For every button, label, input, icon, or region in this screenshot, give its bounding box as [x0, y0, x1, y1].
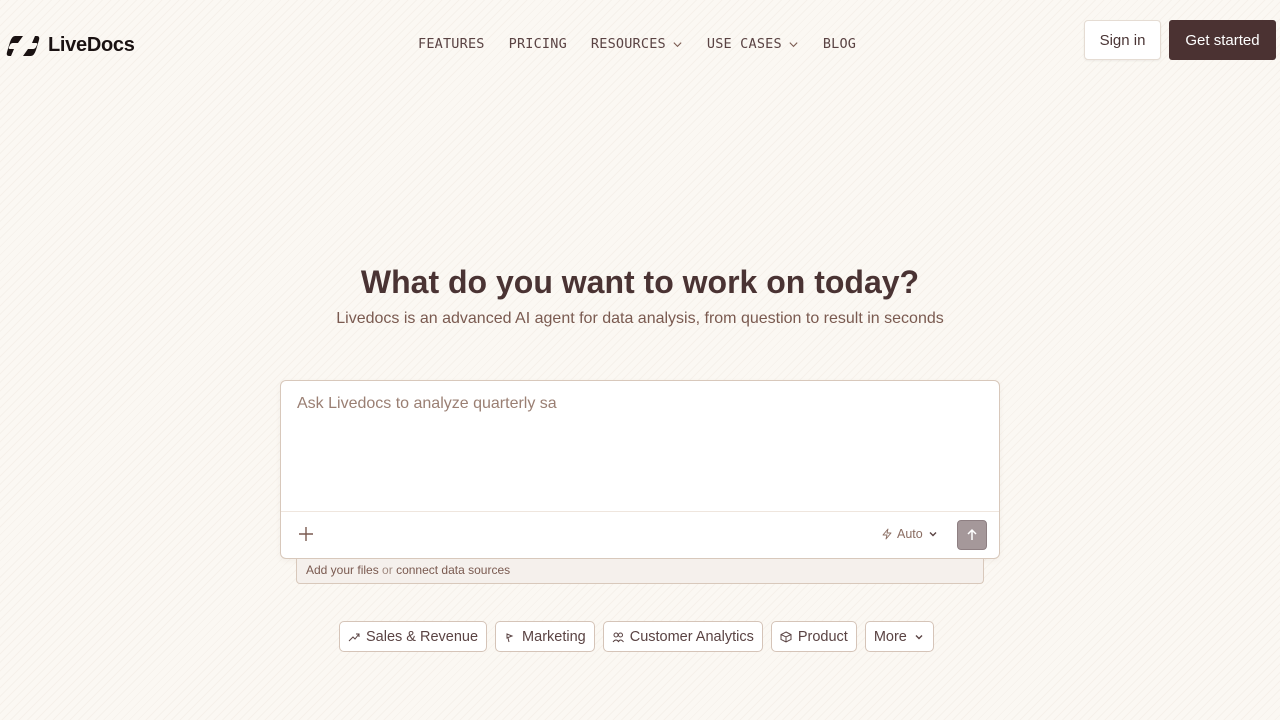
add-attachment-icon[interactable] — [297, 525, 315, 543]
main-nav: FEATURES PRICING RESOURCES USE CASES BLO… — [418, 36, 856, 52]
chevron-down-icon — [673, 41, 682, 47]
chip-product[interactable]: Product — [770, 621, 857, 652]
chevron-down-icon — [929, 532, 937, 537]
files-bar: Add your files or connect data sources — [296, 559, 984, 584]
users-icon — [612, 632, 624, 642]
prompt-divider — [281, 511, 999, 512]
nav-features-label: FEATURES — [418, 36, 485, 52]
nav-use-cases-label: USE CASES — [706, 36, 782, 52]
box-icon — [780, 630, 792, 643]
chip-sales-revenue[interactable]: Sales & Revenue — [339, 621, 488, 652]
nav-pricing[interactable]: PRICING — [509, 36, 567, 52]
nav-use-cases[interactable]: USE CASES — [707, 36, 799, 52]
send-button[interactable] — [957, 520, 987, 550]
trend-up-icon — [348, 633, 360, 641]
get-started-button[interactable]: Get started — [1169, 20, 1276, 60]
add-files-link[interactable]: Add your files — [306, 563, 379, 577]
nav-blog[interactable]: BLOG — [823, 36, 856, 52]
chip-label: Sales & Revenue — [366, 628, 479, 645]
nav-resources[interactable]: RESOURCES — [591, 36, 683, 52]
mode-label: Auto — [897, 527, 923, 541]
chip-label: More — [873, 628, 907, 645]
lightning-icon — [882, 528, 892, 540]
chevron-down-icon — [915, 634, 923, 639]
nav-blog-label: BLOG — [822, 36, 857, 52]
brand-name: LiveDocs — [48, 34, 135, 56]
suggestion-chips: Sales & Revenue Marketing Customer Analy… — [339, 621, 934, 652]
mode-selector[interactable]: Auto — [881, 527, 939, 541]
chip-label: Marketing — [522, 628, 586, 645]
nav-features[interactable]: FEATURES — [418, 36, 485, 52]
chip-label: Customer Analytics — [629, 628, 754, 645]
prompt-input[interactable] — [297, 395, 977, 413]
prompt-box: Auto — [280, 380, 1000, 559]
page-subtitle: Livedocs is an advanced AI agent for dat… — [336, 310, 944, 327]
nav-resources-label: RESOURCES — [590, 36, 666, 52]
nav-pricing-label: PRICING — [508, 36, 567, 52]
chevron-down-icon — [789, 41, 798, 47]
chip-marketing[interactable]: Marketing — [495, 621, 595, 652]
chip-label: Product — [797, 628, 848, 645]
chip-more[interactable]: More — [864, 621, 934, 652]
livedocs-logo-icon — [6, 35, 40, 56]
arrow-up-icon — [967, 528, 977, 540]
sign-in-button[interactable]: Sign in — [1084, 20, 1161, 60]
files-or-text: or — [382, 563, 393, 577]
page-title: What do you want to work on today? — [360, 264, 920, 300]
megaphone-icon — [506, 632, 514, 642]
connect-sources-link[interactable]: connect data sources — [396, 563, 510, 577]
chip-customer-analytics[interactable]: Customer Analytics — [602, 621, 763, 652]
logo[interactable]: LiveDocs — [6, 34, 135, 57]
